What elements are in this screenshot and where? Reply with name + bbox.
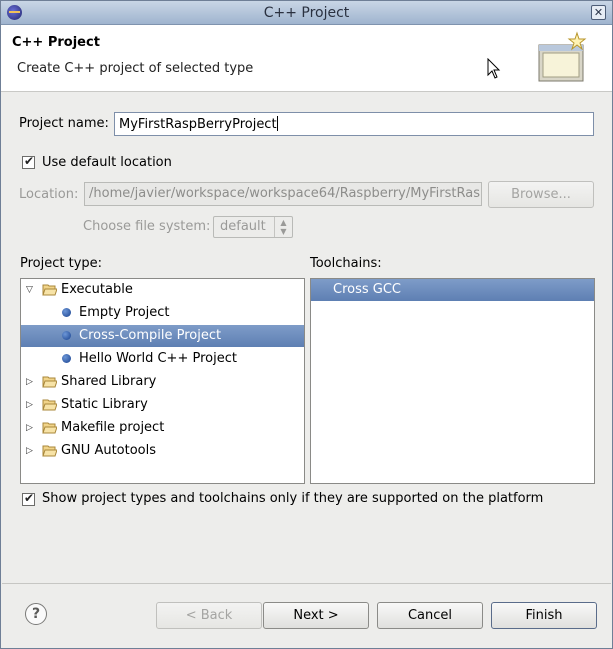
- use-default-location-label: Use default location: [42, 155, 172, 170]
- button-bar-divider: [2, 583, 611, 584]
- collapsed-arrow-icon: ▷: [26, 423, 33, 433]
- tree-item-executable[interactable]: ▽ Executable: [21, 279, 304, 301]
- location-label: Location:: [19, 187, 79, 202]
- tree-item-cross-compile-project[interactable]: Cross-Compile Project: [21, 325, 304, 347]
- tree-item-label: Shared Library: [61, 374, 157, 389]
- browse-button[interactable]: Browse...: [488, 181, 594, 208]
- spinner-arrows-icon: ▲ ▼: [274, 217, 292, 237]
- expanded-arrow-icon: ▽: [26, 285, 33, 295]
- cpp-project-dialog: C++ Project ✕ C++ Project Create C++ pro…: [0, 0, 613, 649]
- project-name-value: MyFirstRaspBerryProject: [119, 117, 277, 132]
- file-system-select[interactable]: default ▲ ▼: [213, 216, 293, 238]
- tree-item-gnu-autotools[interactable]: ▷ GNU Autotools: [21, 440, 304, 462]
- page-title: C++ Project: [12, 35, 100, 50]
- tree-item-label: Executable: [61, 282, 133, 297]
- collapsed-arrow-icon: ▷: [26, 377, 33, 387]
- wizard-header: C++ Project Create C++ project of select…: [1, 25, 612, 92]
- tree-item-shared-library[interactable]: ▷ Shared Library: [21, 371, 304, 393]
- location-value: /home/javier/workspace/workspace64/Raspb…: [89, 186, 482, 201]
- titlebar[interactable]: C++ Project ✕: [1, 1, 612, 25]
- tree-item-label: Empty Project: [79, 305, 170, 320]
- folder-icon: [42, 422, 57, 434]
- next-button[interactable]: Next >: [263, 602, 369, 629]
- project-type-tree[interactable]: ▽ Executable Empty Project Cross-Compile…: [20, 278, 305, 484]
- show-supported-label: Show project types and toolchains only i…: [42, 491, 544, 506]
- text-caret: [276, 116, 278, 131]
- mouse-pointer-icon: [487, 58, 501, 79]
- project-bullet-icon: [62, 354, 71, 363]
- show-supported-checkbox[interactable]: [22, 491, 35, 506]
- collapsed-arrow-icon: ▷: [26, 446, 33, 456]
- close-icon[interactable]: ✕: [591, 5, 606, 20]
- tree-item-static-library[interactable]: ▷ Static Library: [21, 394, 304, 416]
- collapsed-arrow-icon: ▷: [26, 400, 33, 410]
- location-input[interactable]: /home/javier/workspace/workspace64/Raspb…: [84, 182, 482, 206]
- project-bullet-icon: [62, 331, 71, 340]
- folder-open-icon: [42, 284, 57, 296]
- toolchains-label: Toolchains:: [310, 256, 382, 271]
- folder-icon: [42, 376, 57, 388]
- back-button[interactable]: < Back: [156, 602, 262, 629]
- project-name-input[interactable]: MyFirstRaspBerryProject: [114, 112, 594, 136]
- file-system-label: Choose file system:: [83, 219, 211, 234]
- tree-item-label: Static Library: [61, 397, 148, 412]
- use-default-location-checkbox[interactable]: [22, 154, 35, 169]
- toolchain-label: Cross GCC: [333, 282, 401, 297]
- project-bullet-icon: [62, 308, 71, 317]
- tree-item-label: Cross-Compile Project: [79, 328, 222, 343]
- tree-item-label: GNU Autotools: [61, 443, 157, 458]
- tree-item-hello-world[interactable]: Hello World C++ Project: [21, 348, 304, 370]
- window-title: C++ Project: [263, 5, 350, 21]
- project-type-label: Project type:: [20, 256, 103, 271]
- file-system-value: default: [220, 219, 266, 234]
- folder-icon: [42, 445, 57, 457]
- help-icon[interactable]: ?: [25, 603, 47, 625]
- finish-button[interactable]: Finish: [491, 602, 597, 629]
- project-name-label: Project name:: [19, 116, 109, 131]
- tree-item-label: Makefile project: [61, 420, 165, 435]
- folder-icon: [42, 399, 57, 411]
- new-project-wizard-icon: [538, 31, 587, 82]
- tree-item-label: Hello World C++ Project: [79, 351, 237, 366]
- toolchains-list[interactable]: Cross GCC: [310, 278, 595, 484]
- page-description: Create C++ project of selected type: [17, 61, 254, 76]
- cancel-button[interactable]: Cancel: [377, 602, 483, 629]
- tree-item-empty-project[interactable]: Empty Project: [21, 302, 304, 324]
- project-name-label-text: Project name:: [19, 116, 109, 131]
- tree-item-makefile-project[interactable]: ▷ Makefile project: [21, 417, 304, 439]
- toolchain-item-cross-gcc[interactable]: Cross GCC: [311, 279, 594, 301]
